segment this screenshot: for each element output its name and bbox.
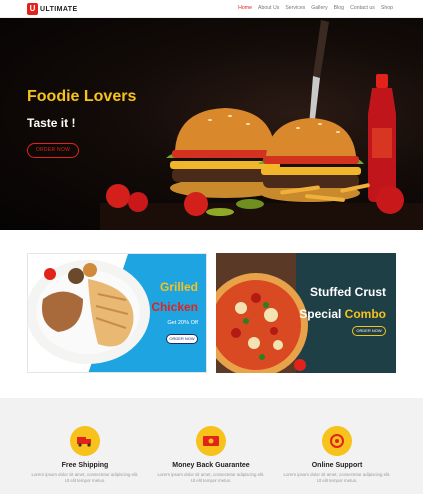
promo-right-title-1: Stuffed Crust [310, 285, 386, 299]
main-nav: Home About Us Services Gallery Blog Cont… [238, 5, 393, 11]
truck-icon [70, 426, 100, 456]
nav-about[interactable]: About Us [258, 5, 279, 11]
logo-text: ULTIMATE [40, 5, 78, 13]
feature-desc-2: Ut elit tempor metus. [190, 478, 232, 483]
promo-right-order-button[interactable]: ORDER NOW [352, 326, 386, 336]
promo-stuffed-crust[interactable]: Stuffed Crust Special Combo ORDER NOW [216, 253, 396, 373]
nav-home[interactable]: Home [238, 5, 252, 11]
hero-title: Foodie Lovers [27, 88, 137, 105]
features-section: Free Shipping Lorem ipsum dolor sit amet… [0, 398, 423, 494]
nav-services[interactable]: Services [285, 5, 305, 11]
promo-left-title-2: Chicken [151, 300, 198, 314]
promo-left-order-button[interactable]: ORDER NOW [166, 334, 198, 344]
money-icon [196, 426, 226, 456]
logo[interactable]: U ULTIMATE [27, 3, 78, 15]
logo-mark: U [27, 3, 38, 15]
feature-desc-2: Ut elit tempor metus. [64, 478, 106, 483]
feature-online-support: Online Support Lorem ipsum dolor sit ame… [277, 426, 397, 484]
burger-image [100, 20, 423, 230]
feature-free-shipping: Free Shipping Lorem ipsum dolor sit amet… [25, 426, 145, 484]
nav-blog[interactable]: Blog [334, 5, 344, 11]
nav-contact[interactable]: Contact us [350, 5, 375, 11]
feature-desc-2: Ut elit tempor metus. [316, 478, 358, 483]
page: U ULTIMATE Home About Us Services Galler… [0, 0, 423, 494]
promo-right-title-2a: Special [299, 307, 342, 321]
hero-subtitle: Taste it ! [27, 116, 76, 130]
promo-left-offer: Get 20% Off [167, 320, 198, 326]
promo-right-title-2b: Combo [344, 307, 386, 321]
feature-title: Free Shipping [61, 462, 109, 469]
nav-gallery[interactable]: Gallery [311, 5, 327, 11]
promo-right-title-2: Special Combo [299, 307, 386, 321]
support-icon [322, 426, 352, 456]
feature-title: Online Support [311, 462, 363, 469]
feature-money-back: Money Back Guarantee Lorem ipsum dolor s… [151, 426, 271, 484]
feature-title: Money Back Guarantee [172, 462, 250, 469]
site-header: U ULTIMATE Home About Us Services Galler… [0, 0, 423, 18]
hero-order-button[interactable]: ORDER NOW [27, 143, 79, 158]
promo-grilled-chicken[interactable]: Grilled Chicken Get 20% Off ORDER NOW [27, 253, 207, 373]
hero-banner: Foodie Lovers Taste it ! ORDER NOW [0, 18, 423, 230]
promo-left-title-1: Grilled [159, 280, 198, 294]
nav-shop[interactable]: Shop [381, 5, 393, 11]
